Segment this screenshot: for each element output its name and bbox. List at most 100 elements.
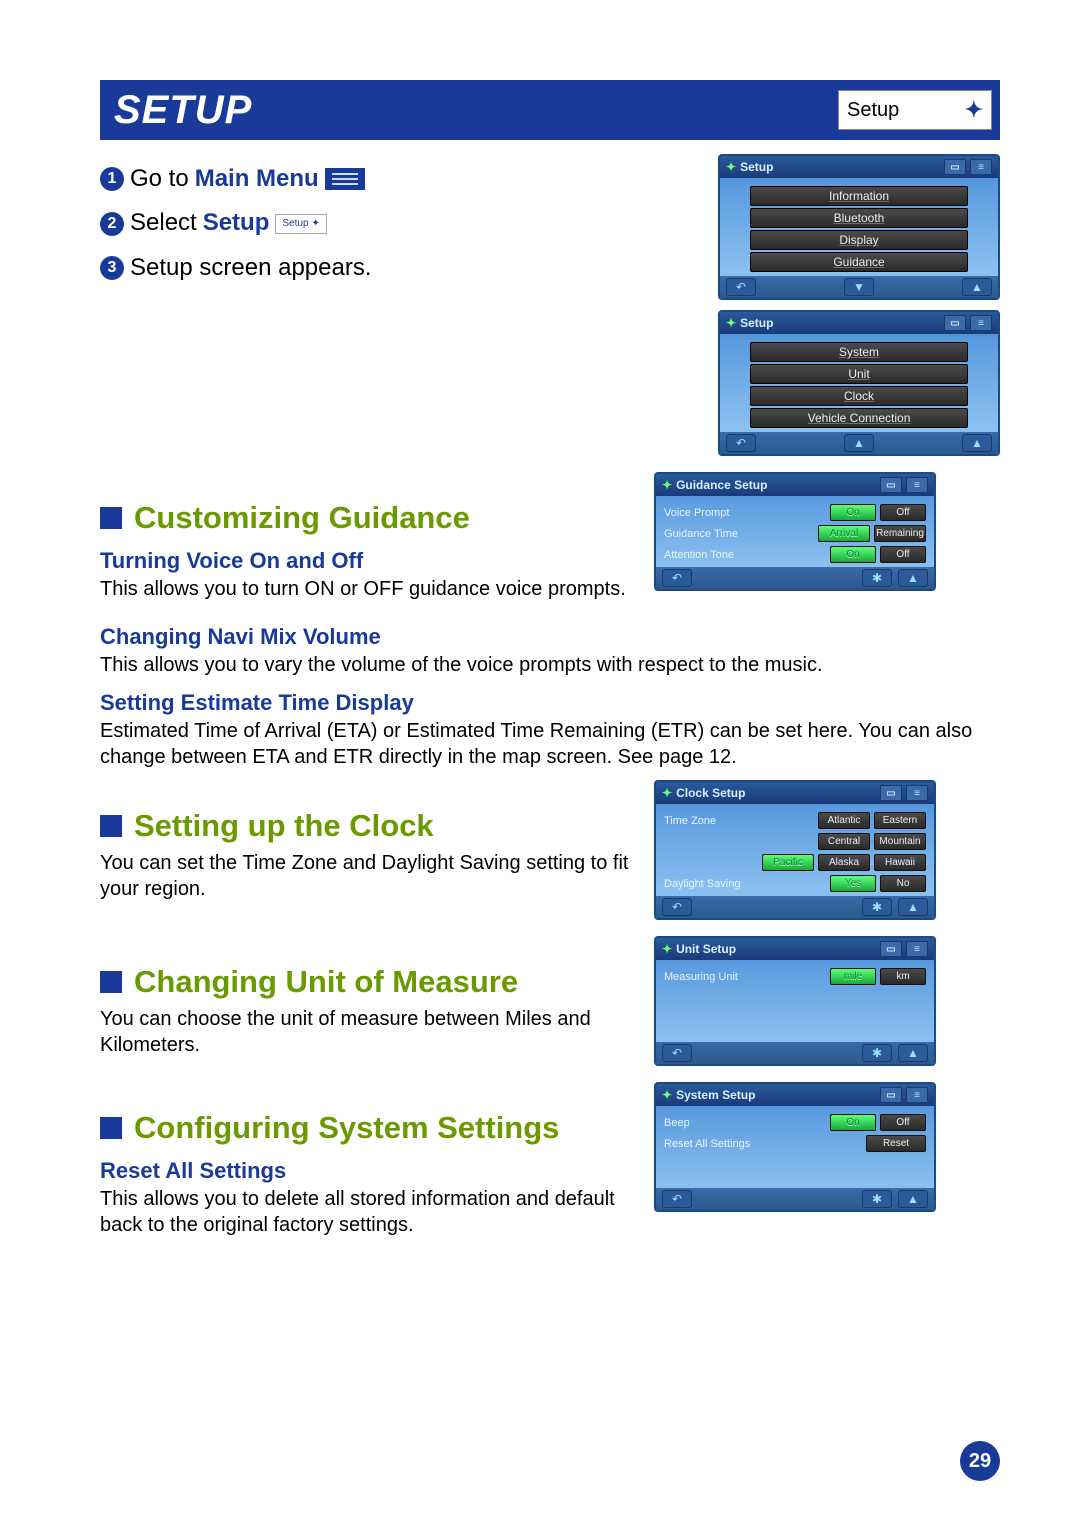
tz-central[interactable]: Central	[818, 833, 870, 850]
page-title: SETUP	[114, 88, 252, 133]
step-bullet-1: 1	[100, 167, 124, 191]
unit-label: Measuring Unit	[664, 971, 826, 983]
beep-off[interactable]: Off	[880, 1114, 926, 1131]
tz-label: Time Zone	[664, 815, 814, 827]
tz-eastern[interactable]: Eastern	[874, 812, 926, 829]
option-label: Guidance Time	[664, 528, 814, 540]
window-icon[interactable]: ▭	[880, 941, 902, 957]
list-item[interactable]: Clock	[750, 386, 968, 406]
option-row: Reset All Settings Reset	[664, 1133, 926, 1154]
list-item[interactable]: Information	[750, 186, 968, 206]
h3-eta: Setting Estimate Time Display	[100, 690, 1000, 716]
step-2-pre: Select	[130, 204, 197, 242]
menu-icon[interactable]: ≡	[970, 315, 992, 331]
h3-reset: Reset All Settings	[100, 1158, 630, 1184]
scroll-up-icon[interactable]: ▲	[962, 278, 992, 296]
tz-atlantic[interactable]: Atlantic	[818, 812, 870, 829]
device-panel-setup-2: ✦ Setup ▭ ≡ System Unit Clock Vehicle Co…	[718, 310, 1000, 456]
step-1-link: Main Menu	[195, 160, 319, 198]
setup-mini-label: Setup	[282, 216, 308, 232]
option-off[interactable]: Off	[880, 546, 926, 563]
back-icon[interactable]: ↶	[662, 1044, 692, 1062]
window-icon[interactable]: ▭	[944, 315, 966, 331]
list-item[interactable]: Guidance	[750, 252, 968, 272]
option-label: Attention Tone	[664, 549, 826, 561]
menu-icon[interactable]: ≡	[970, 159, 992, 175]
beep-on[interactable]: On	[830, 1114, 876, 1131]
tz-alaska[interactable]: Alaska	[818, 854, 870, 871]
chevron-up-icon[interactable]: ▲	[844, 434, 874, 452]
bluetooth-icon[interactable]: ✱	[862, 898, 892, 916]
steps: 1 Go to Main Menu 2 Select Setup Setup ✦…	[100, 160, 694, 287]
option-on[interactable]: On	[830, 546, 876, 563]
device-panel-guidance: ✦ Guidance Setup ▭ ≡ Voice Prompt On Off…	[654, 472, 936, 591]
option-arrival[interactable]: Arrival	[818, 525, 870, 542]
list-item[interactable]: Vehicle Connection	[750, 408, 968, 428]
scroll-up-icon[interactable]: ▲	[962, 434, 992, 452]
option-off[interactable]: Off	[880, 504, 926, 521]
back-icon[interactable]: ↶	[662, 569, 692, 587]
bluetooth-icon[interactable]: ✱	[862, 569, 892, 587]
window-icon[interactable]: ▭	[880, 1087, 902, 1103]
h2-system: Configuring System Settings	[100, 1110, 630, 1146]
scroll-up-icon[interactable]: ▲	[898, 569, 928, 587]
option-row: Guidance Time Arrival Remaining	[664, 523, 926, 544]
scroll-up-icon[interactable]: ▲	[898, 1044, 928, 1062]
bluetooth-icon[interactable]: ✱	[862, 1044, 892, 1062]
mix-body: This allows you to vary the volume of th…	[100, 652, 1000, 678]
scroll-up-icon[interactable]: ▲	[898, 1190, 928, 1208]
wrench-icon: ✦	[726, 316, 736, 330]
device-panel-system: ✦ System Setup ▭ ≡ Beep On Off Reset All…	[654, 1082, 936, 1212]
h3-mix: Changing Navi Mix Volume	[100, 624, 1000, 650]
scroll-up-icon[interactable]: ▲	[898, 898, 928, 916]
option-on[interactable]: On	[830, 504, 876, 521]
menu-icon[interactable]: ≡	[906, 477, 928, 493]
list-item[interactable]: Unit	[750, 364, 968, 384]
list-item[interactable]: System	[750, 342, 968, 362]
setup-mini-chip: Setup ✦	[275, 214, 327, 234]
window-icon[interactable]: ▭	[880, 785, 902, 801]
step-2-link: Setup	[203, 204, 270, 242]
list-item[interactable]: Bluetooth	[750, 208, 968, 228]
wrench-icon: ✦	[662, 786, 672, 800]
bluetooth-icon[interactable]: ✱	[862, 1190, 892, 1208]
window-icon[interactable]: ▭	[880, 477, 902, 493]
panel-title: Unit Setup	[676, 942, 736, 956]
reset-button[interactable]: Reset	[866, 1135, 926, 1152]
option-row: Daylight Saving Yes No	[664, 873, 926, 894]
option-row: Voice Prompt On Off	[664, 502, 926, 523]
panel-title: Clock Setup	[676, 786, 745, 800]
step-3-text: Setup screen appears.	[130, 249, 372, 287]
option-row: Beep On Off	[664, 1112, 926, 1133]
list-item[interactable]: Display	[750, 230, 968, 250]
device-panel-unit: ✦ Unit Setup ▭ ≡ Measuring Unit mile km …	[654, 936, 936, 1066]
device-panel-setup-1: ✦ Setup ▭ ≡ Information Bluetooth Displa…	[718, 154, 1000, 300]
step-bullet-3: 3	[100, 256, 124, 280]
page-number: 29	[960, 1441, 1000, 1481]
tz-mountain[interactable]: Mountain	[874, 833, 926, 850]
menu-icon[interactable]: ≡	[906, 1087, 928, 1103]
option-row: Time Zone Atlantic Eastern	[664, 810, 926, 831]
unit-km[interactable]: km	[880, 968, 926, 985]
tz-pacific[interactable]: Pacific	[762, 854, 814, 871]
device-panel-clock: ✦ Clock Setup ▭ ≡ Time Zone Atlantic Eas…	[654, 780, 936, 920]
eta-body: Estimated Time of Arrival (ETA) or Estim…	[100, 718, 1000, 770]
dst-yes[interactable]: Yes	[830, 875, 876, 892]
dst-no[interactable]: No	[880, 875, 926, 892]
back-icon[interactable]: ↶	[726, 278, 756, 296]
option-remaining[interactable]: Remaining	[874, 525, 926, 542]
window-icon[interactable]: ▭	[944, 159, 966, 175]
back-icon[interactable]: ↶	[662, 1190, 692, 1208]
step-1-pre: Go to	[130, 160, 189, 198]
tz-hawaii[interactable]: Hawaii	[874, 854, 926, 871]
setup-chip-label: Setup	[847, 99, 899, 122]
option-row: Pacific Alaska Hawaii	[664, 852, 926, 873]
chevron-down-icon[interactable]: ▼	[844, 278, 874, 296]
menu-icon[interactable]: ≡	[906, 785, 928, 801]
back-icon[interactable]: ↶	[662, 898, 692, 916]
h2-unit: Changing Unit of Measure	[100, 964, 630, 1000]
menu-icon[interactable]: ≡	[906, 941, 928, 957]
unit-mile[interactable]: mile	[830, 968, 876, 985]
back-icon[interactable]: ↶	[726, 434, 756, 452]
step-3: 3 Setup screen appears.	[100, 249, 694, 287]
